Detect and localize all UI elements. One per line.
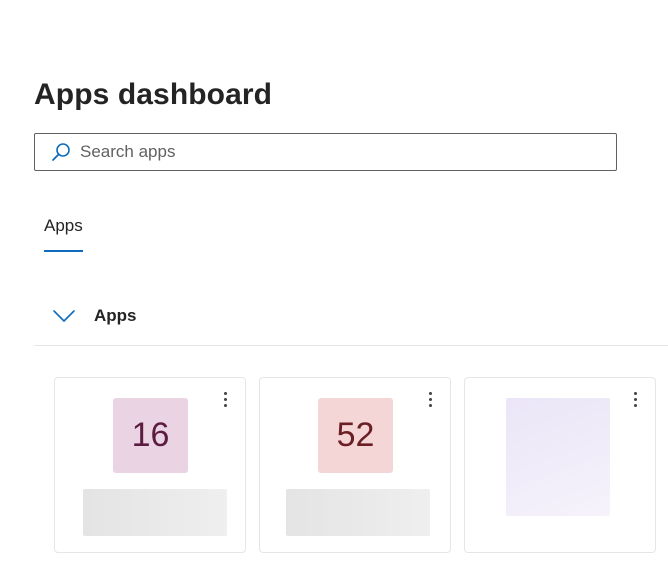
- app-tile-icon: 16: [113, 398, 188, 473]
- app-name-placeholder: [286, 489, 430, 536]
- apps-section-header: Apps: [34, 296, 668, 346]
- app-tile-icon: 52: [318, 398, 393, 473]
- chevron-down-icon[interactable]: [52, 306, 76, 324]
- search-box[interactable]: [34, 133, 617, 171]
- app-card[interactable]: [464, 377, 656, 553]
- more-vertical-icon: [428, 391, 432, 395]
- more-vertical-icon: [223, 391, 227, 395]
- more-options-button[interactable]: [420, 386, 440, 412]
- app-card[interactable]: 52: [259, 377, 451, 553]
- app-card[interactable]: 16: [54, 377, 246, 553]
- search-input[interactable]: [80, 134, 616, 170]
- search-icon: [50, 141, 72, 163]
- more-options-button[interactable]: [215, 386, 235, 412]
- page-title: Apps dashboard: [34, 78, 273, 111]
- apps-dashboard-page: Apps dashboard Apps Apps 16: [0, 0, 668, 565]
- tab-selected-indicator: [44, 250, 83, 252]
- app-name-placeholder: [83, 489, 227, 536]
- more-options-button[interactable]: [625, 386, 645, 412]
- more-vertical-icon: [633, 391, 637, 395]
- app-tile-placeholder: [506, 398, 610, 516]
- tab-apps[interactable]: Apps: [44, 216, 83, 236]
- section-title: Apps: [94, 306, 137, 325]
